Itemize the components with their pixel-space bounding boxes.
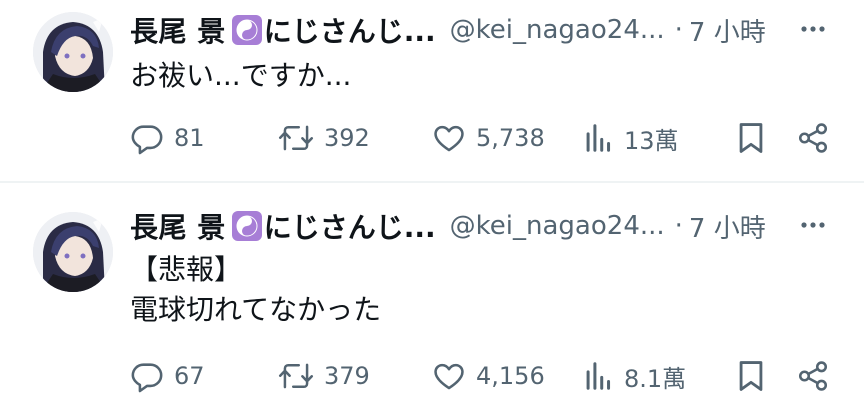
reply-icon [130, 121, 164, 155]
views-button[interactable]: 13萬 [584, 118, 679, 158]
timestamp[interactable]: 7 小時 [689, 208, 766, 245]
user-handle[interactable]: @kei_nagao24... [450, 211, 665, 241]
tweet-header: 長尾 景 にじさんじ... @kei_nagao24... · 7 小時 [130, 206, 840, 246]
timestamp[interactable]: 7 小時 [689, 12, 766, 49]
share-icon [796, 121, 830, 155]
display-name[interactable]: 長尾 景 [130, 10, 226, 50]
separator-dot: · [674, 15, 683, 45]
tweet-header: 長尾 景 にじさんじ... @kei_nagao24... · 7 小時 [130, 10, 840, 50]
tweet-actions: 81 392 5,738 13萬 [130, 118, 830, 158]
display-name-suffix[interactable]: にじさんじ... [264, 206, 436, 246]
views-button[interactable]: 8.1萬 [584, 356, 686, 396]
display-name[interactable]: 長尾 景 [130, 206, 226, 246]
bookmark-button[interactable] [736, 356, 766, 396]
reply-count: 67 [174, 362, 205, 390]
bookmark-icon [736, 121, 766, 155]
views-icon [584, 359, 614, 393]
like-button[interactable]: 5,738 [432, 118, 545, 158]
retweet-icon [278, 121, 314, 155]
tweet[interactable]: 長尾 景 にじさんじ... @kei_nagao24... · 7 小時 お祓い… [0, 0, 864, 183]
share-icon [796, 359, 830, 393]
reply-button[interactable]: 67 [130, 356, 205, 396]
tweet-text-line: 電球切れてなかった [130, 293, 382, 326]
bookmark-button[interactable] [736, 118, 766, 158]
tweet-actions: 67 379 4,156 8.1萬 [130, 356, 830, 396]
share-button[interactable] [796, 118, 830, 158]
views-count: 13萬 [624, 126, 679, 155]
views-count: 8.1萬 [624, 364, 687, 393]
tweet-text-line: 【悲報】 [130, 253, 243, 286]
reply-button[interactable]: 81 [130, 118, 205, 158]
like-count: 4,156 [476, 362, 545, 390]
avatar[interactable] [33, 12, 113, 92]
share-button[interactable] [796, 356, 830, 396]
bookmark-icon [736, 359, 766, 393]
views-icon [584, 121, 614, 155]
like-count: 5,738 [476, 124, 545, 152]
heart-icon [432, 359, 466, 393]
separator-dot: · [674, 211, 683, 241]
user-handle[interactable]: @kei_nagao24... [450, 15, 665, 45]
tweet-text: お祓い...ですか... [130, 59, 352, 92]
more-icon[interactable] [798, 14, 828, 44]
retweet-count: 392 [324, 124, 370, 152]
retweet-button[interactable]: 379 [278, 356, 370, 396]
heart-icon [432, 121, 466, 155]
retweet-button[interactable]: 392 [278, 118, 370, 158]
yin-yang-icon [231, 15, 262, 45]
retweet-icon [278, 359, 314, 393]
reply-count: 81 [174, 124, 205, 152]
reply-icon [130, 359, 164, 393]
more-icon[interactable] [798, 210, 828, 240]
retweet-count: 379 [324, 362, 370, 390]
display-name-suffix[interactable]: にじさんじ... [264, 10, 436, 50]
like-button[interactable]: 4,156 [432, 356, 545, 396]
tweet[interactable]: 長尾 景 にじさんじ... @kei_nagao24... · 7 小時 【悲報… [0, 182, 864, 406]
yin-yang-icon [231, 211, 262, 241]
avatar[interactable] [33, 212, 113, 292]
